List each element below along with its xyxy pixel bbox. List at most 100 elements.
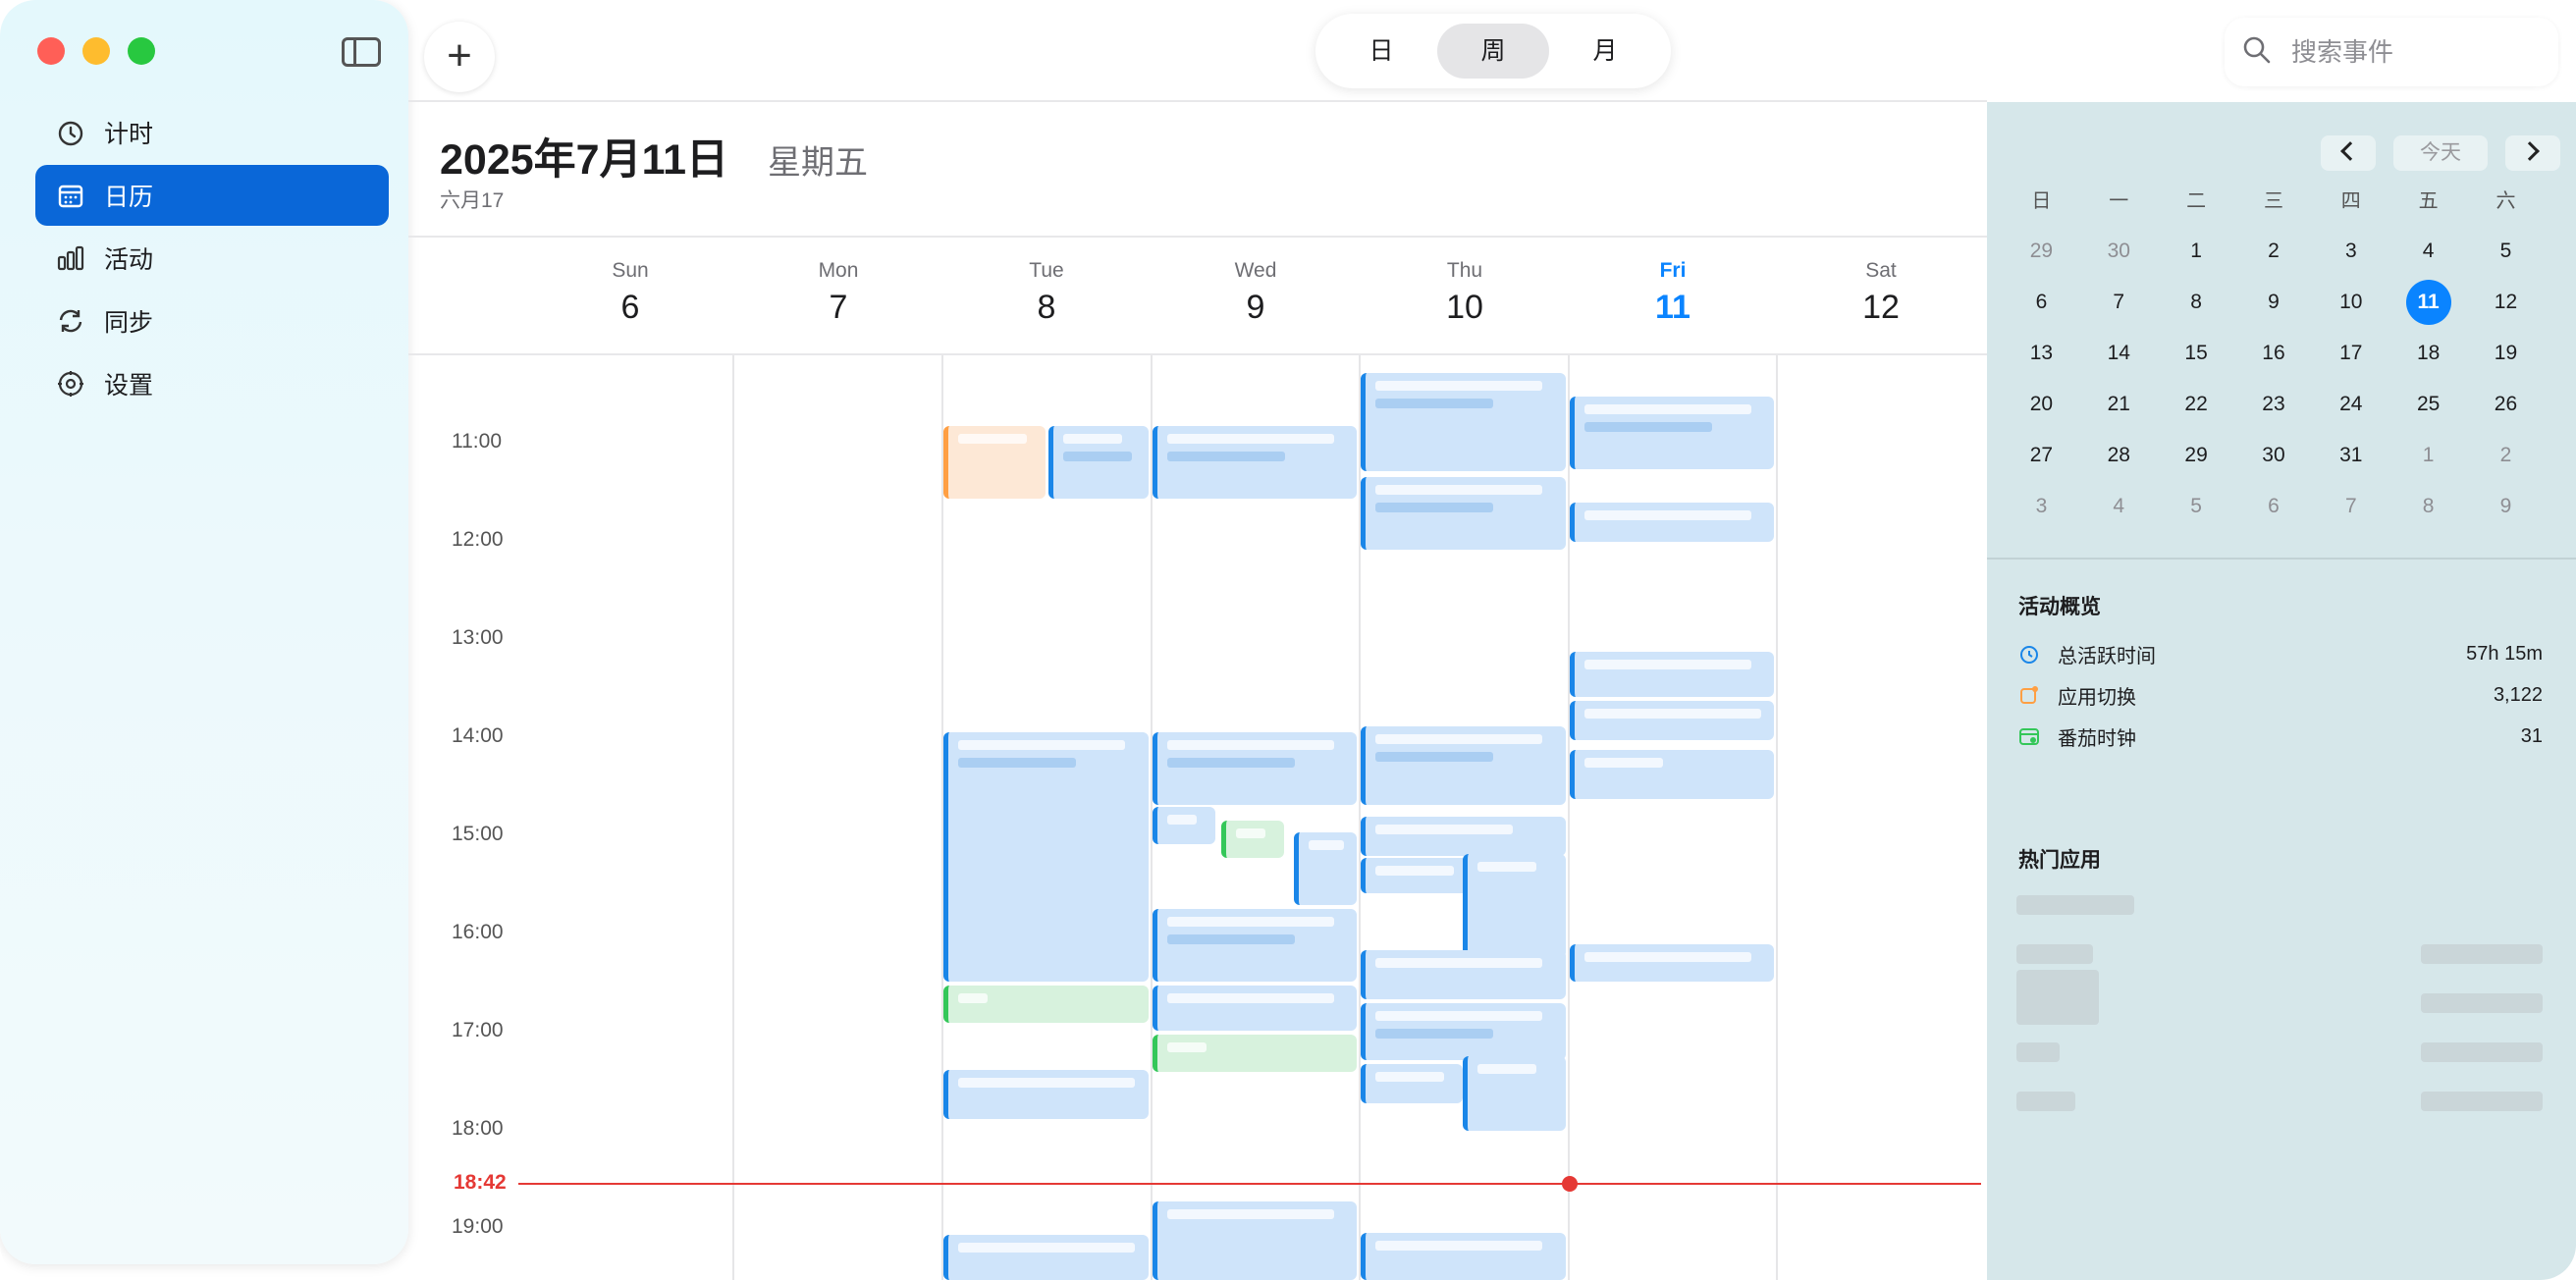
week-time-grid[interactable]: 11:00 12:00 13:00 14:00 15:00 16:00 17:0… [408, 355, 1987, 1280]
mini-calendar-day[interactable]: 9 [2467, 495, 2545, 518]
mini-calendar-day[interactable]: 16 [2235, 342, 2313, 365]
mini-calendar-day[interactable]: 1 [2158, 240, 2235, 263]
mini-calendar-day[interactable]: 14 [2080, 342, 2158, 365]
calendar-event[interactable] [1361, 1064, 1463, 1103]
mini-calendar-today-button[interactable]: 今天 [2393, 135, 2488, 171]
calendar-event[interactable] [943, 1235, 1149, 1280]
day-header-tue[interactable]: Tue 8 [942, 259, 1151, 327]
calendar-event[interactable] [1361, 373, 1566, 471]
sidebar-item-settings[interactable]: 设置 [35, 353, 389, 414]
calendar-event[interactable] [1570, 944, 1774, 982]
mini-calendar-day[interactable]: 30 [2080, 240, 2158, 263]
calendar-event[interactable] [1361, 477, 1566, 550]
calendar-event[interactable] [1463, 854, 1566, 958]
mini-calendar-day[interactable]: 27 [2003, 444, 2080, 467]
mini-calendar-day-number: 22 [2184, 393, 2208, 415]
view-week-button[interactable]: 周 [1437, 24, 1549, 79]
calendar-event[interactable] [1570, 750, 1774, 799]
calendar-event[interactable] [1048, 426, 1149, 499]
calendar-event[interactable] [1153, 909, 1357, 982]
view-day-button[interactable]: 日 [1325, 24, 1437, 79]
day-header-sun[interactable]: Sun 6 [526, 259, 734, 327]
mini-calendar-day[interactable]: 3 [2003, 495, 2080, 518]
calendar-event[interactable] [1361, 950, 1566, 999]
mini-calendar-day[interactable]: 6 [2003, 291, 2080, 314]
calendar-event[interactable] [1361, 817, 1566, 856]
calendar-event[interactable] [943, 986, 1149, 1023]
mini-calendar-day[interactable]: 26 [2467, 393, 2545, 416]
close-window-button[interactable] [37, 37, 65, 65]
calendar-event[interactable] [943, 732, 1149, 982]
calendar-event[interactable] [1570, 397, 1774, 469]
calendar-event[interactable] [1153, 986, 1357, 1031]
calendar-event[interactable] [1361, 1003, 1566, 1060]
mini-calendar-day[interactable]: 5 [2158, 495, 2235, 518]
mini-calendar-day[interactable]: 11 [2389, 280, 2467, 325]
calendar-event[interactable] [943, 1070, 1149, 1119]
mini-calendar-day[interactable]: 18 [2389, 342, 2467, 365]
mini-calendar-day[interactable]: 8 [2158, 291, 2235, 314]
calendar-event[interactable] [1294, 832, 1357, 905]
mini-calendar-day[interactable]: 1 [2389, 444, 2467, 467]
mini-calendar-day[interactable]: 28 [2080, 444, 2158, 467]
day-header-mon[interactable]: Mon 7 [734, 259, 942, 327]
calendar-event[interactable] [1570, 652, 1774, 697]
mini-calendar-day[interactable]: 9 [2235, 291, 2313, 314]
calendar-event[interactable] [1153, 807, 1215, 844]
calendar-event[interactable] [1570, 503, 1774, 542]
mini-calendar-day[interactable]: 21 [2080, 393, 2158, 416]
sidebar-item-timer[interactable]: 计时 [35, 102, 389, 163]
mini-calendar-day[interactable]: 15 [2158, 342, 2235, 365]
view-month-button[interactable]: 月 [1549, 24, 1661, 79]
mini-calendar-day[interactable]: 20 [2003, 393, 2080, 416]
mini-calendar-day[interactable]: 10 [2312, 291, 2389, 314]
day-header-fri[interactable]: Fri 11 [1569, 259, 1777, 327]
mini-calendar-day[interactable]: 7 [2080, 291, 2158, 314]
mini-calendar-day[interactable]: 2 [2467, 444, 2545, 467]
mini-calendar-day[interactable]: 3 [2312, 240, 2389, 263]
calendar-event[interactable] [1221, 821, 1284, 858]
top-app-placeholder [2016, 895, 2134, 915]
search-input[interactable] [2291, 36, 2527, 68]
mini-calendar-day[interactable]: 17 [2312, 342, 2389, 365]
mini-calendar-day[interactable]: 13 [2003, 342, 2080, 365]
mini-calendar-day[interactable]: 8 [2389, 495, 2467, 518]
calendar-event[interactable] [1361, 726, 1566, 805]
zoom-window-button[interactable] [128, 37, 155, 65]
mini-calendar-day[interactable]: 4 [2080, 495, 2158, 518]
mini-calendar-day[interactable]: 23 [2235, 393, 2313, 416]
calendar-event[interactable] [1153, 1201, 1357, 1280]
mini-calendar-day[interactable]: 29 [2158, 444, 2235, 467]
mini-calendar-day[interactable]: 7 [2312, 495, 2389, 518]
calendar-event[interactable] [1153, 426, 1357, 499]
sidebar-item-calendar[interactable]: 日历 [35, 165, 389, 226]
calendar-event[interactable] [1463, 1056, 1566, 1131]
calendar-event[interactable] [1570, 701, 1774, 740]
sidebar-toggle-icon[interactable] [342, 37, 381, 67]
day-header-sat[interactable]: Sat 12 [1777, 259, 1985, 327]
mini-calendar-day[interactable]: 2 [2235, 240, 2313, 263]
mini-calendar-day[interactable]: 24 [2312, 393, 2389, 416]
mini-calendar-day[interactable]: 30 [2235, 444, 2313, 467]
mini-calendar-day[interactable]: 31 [2312, 444, 2389, 467]
mini-calendar-day-number: 23 [2262, 393, 2285, 415]
day-header-thu[interactable]: Thu 10 [1361, 259, 1569, 327]
day-header-wed[interactable]: Wed 9 [1152, 259, 1360, 327]
mini-calendar-next-button[interactable] [2505, 135, 2560, 171]
mini-calendar-day[interactable]: 6 [2235, 495, 2313, 518]
calendar-event[interactable] [1153, 1035, 1357, 1072]
calendar-event[interactable] [1153, 732, 1357, 805]
minimize-window-button[interactable] [82, 37, 110, 65]
mini-calendar-prev-button[interactable] [2321, 135, 2376, 171]
mini-calendar-day[interactable]: 22 [2158, 393, 2235, 416]
mini-calendar-day[interactable]: 25 [2389, 393, 2467, 416]
mini-calendar-day[interactable]: 29 [2003, 240, 2080, 263]
mini-calendar-day[interactable]: 19 [2467, 342, 2545, 365]
mini-calendar-day[interactable]: 12 [2467, 291, 2545, 314]
mini-calendar-day[interactable]: 4 [2389, 240, 2467, 263]
add-event-button[interactable]: + [424, 22, 495, 92]
mini-calendar-day[interactable]: 5 [2467, 240, 2545, 263]
search-box[interactable] [2225, 18, 2558, 86]
calendar-event[interactable] [943, 426, 1046, 499]
calendar-event[interactable] [1361, 1233, 1566, 1280]
